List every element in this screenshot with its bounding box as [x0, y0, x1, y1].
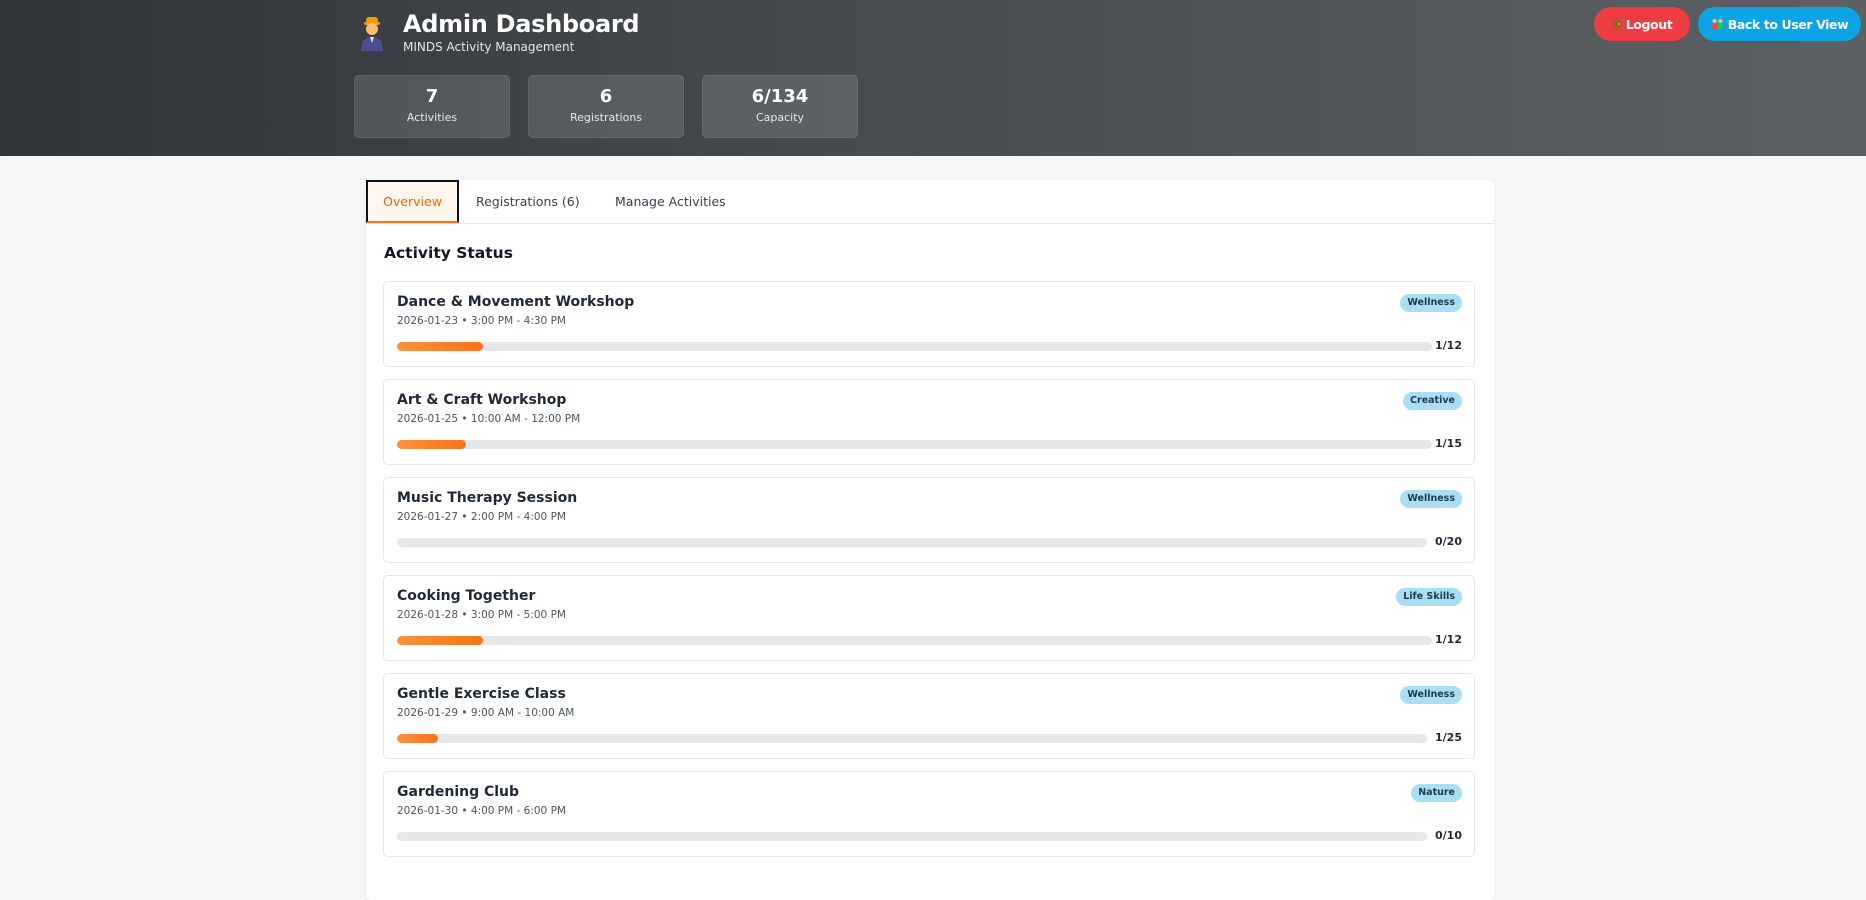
page-title: Admin Dashboard: [403, 10, 640, 38]
page-subtitle: MINDS Activity Management: [403, 40, 575, 54]
stat-activities: 7 Activities: [354, 75, 510, 138]
activity-card[interactable]: Art & Craft Workshop 2026-01-25 • 10:00 A…: [383, 379, 1475, 465]
activity-name: Cooking Together: [397, 588, 536, 604]
capacity-progress-bar: [397, 636, 1432, 645]
category-badge: Wellness: [1400, 686, 1462, 704]
stat-registrations: 6 Registrations: [528, 75, 684, 138]
activity-time: 2026-01-28 • 3:00 PM - 5:00 PM: [397, 609, 566, 621]
activity-card[interactable]: Cooking Together 2026-01-28 • 3:00 PM - 5…: [383, 575, 1475, 661]
logout-label: Logout: [1625, 16, 1673, 32]
capacity-progress-bar: [397, 538, 1427, 547]
admin-person-icon: [361, 17, 383, 51]
capacity-progress-bar: [397, 342, 1432, 351]
activity-name: Music Therapy Session: [397, 490, 578, 506]
activity-name: Gardening Club: [397, 784, 520, 800]
capacity-count: 0/20: [1435, 535, 1462, 548]
activity-time: 2026-01-25 • 10:00 AM - 12:00 PM: [397, 413, 581, 425]
back-to-user-view-button[interactable]: Back to User View: [1698, 7, 1861, 41]
activity-name: Gentle Exercise Class: [397, 686, 566, 702]
capacity-progress-fill: [397, 440, 466, 449]
activity-time: 2026-01-27 • 2:00 PM - 4:00 PM: [397, 511, 566, 523]
capacity-count: 1/15: [1435, 437, 1462, 450]
capacity-progress-bar: [397, 734, 1427, 743]
tab-overview[interactable]: Overview: [366, 180, 459, 223]
capacity-count: 1/12: [1435, 633, 1462, 646]
activity-name: Art & Craft Workshop: [397, 392, 567, 408]
logout-button[interactable]: Logout: [1594, 7, 1690, 41]
stat-label: Capacity: [755, 111, 805, 124]
capacity-progress-bar: [397, 440, 1432, 449]
section-title: Activity Status: [384, 244, 513, 262]
capacity-progress-fill: [397, 342, 484, 351]
stat-value: 6: [599, 86, 613, 107]
tab-registrations[interactable]: Registrations (6): [476, 180, 580, 223]
capacity-progress-bar: [397, 832, 1427, 841]
stat-value: 6/134: [751, 86, 809, 107]
capacity-progress-fill: [397, 636, 484, 645]
stat-value: 7: [425, 86, 439, 107]
activity-card[interactable]: Dance & Movement Workshop 2026-01-23 • 3:…: [383, 281, 1475, 367]
stat-capacity: 6/134 Capacity: [702, 75, 858, 138]
category-badge: Wellness: [1400, 490, 1462, 508]
back-to-user-view-label: Back to User View: [1727, 16, 1849, 32]
dashboard-header: Admin Dashboard MINDS Activity Managemen…: [0, 0, 1866, 156]
activity-card[interactable]: Gentle Exercise Class 2026-01-29 • 9:00 A…: [383, 673, 1475, 759]
activity-card[interactable]: Gardening Club 2026-01-30 • 4:00 PM - 6:0…: [383, 771, 1475, 857]
stat-label: Activities: [406, 111, 458, 124]
activity-time: 2026-01-29 • 9:00 AM - 10:00 AM: [397, 707, 575, 719]
main-panel: Overview Registrations (6) Manage Activi…: [366, 180, 1494, 900]
tab-manage-activities[interactable]: Manage Activities: [615, 180, 726, 223]
category-badge: Nature: [1411, 784, 1462, 802]
activity-card[interactable]: Music Therapy Session 2026-01-27 • 2:00 P…: [383, 477, 1475, 563]
door-icon: [1612, 18, 1621, 30]
capacity-count: 1/12: [1435, 339, 1462, 352]
category-badge: Life Skills: [1396, 588, 1462, 606]
category-badge: Creative: [1403, 392, 1462, 410]
activity-name: Dance & Movement Workshop: [397, 294, 635, 310]
family-icon: [1711, 19, 1723, 30]
activity-time: 2026-01-30 • 4:00 PM - 6:00 PM: [397, 805, 566, 817]
capacity-progress-fill: [397, 734, 439, 743]
category-badge: Wellness: [1400, 294, 1462, 312]
stat-label: Registrations: [569, 111, 643, 124]
activity-time: 2026-01-23 • 3:00 PM - 4:30 PM: [397, 315, 566, 327]
capacity-count: 1/25: [1435, 731, 1462, 744]
tab-bar: Overview Registrations (6) Manage Activi…: [366, 180, 1494, 224]
capacity-count: 0/10: [1435, 829, 1462, 842]
